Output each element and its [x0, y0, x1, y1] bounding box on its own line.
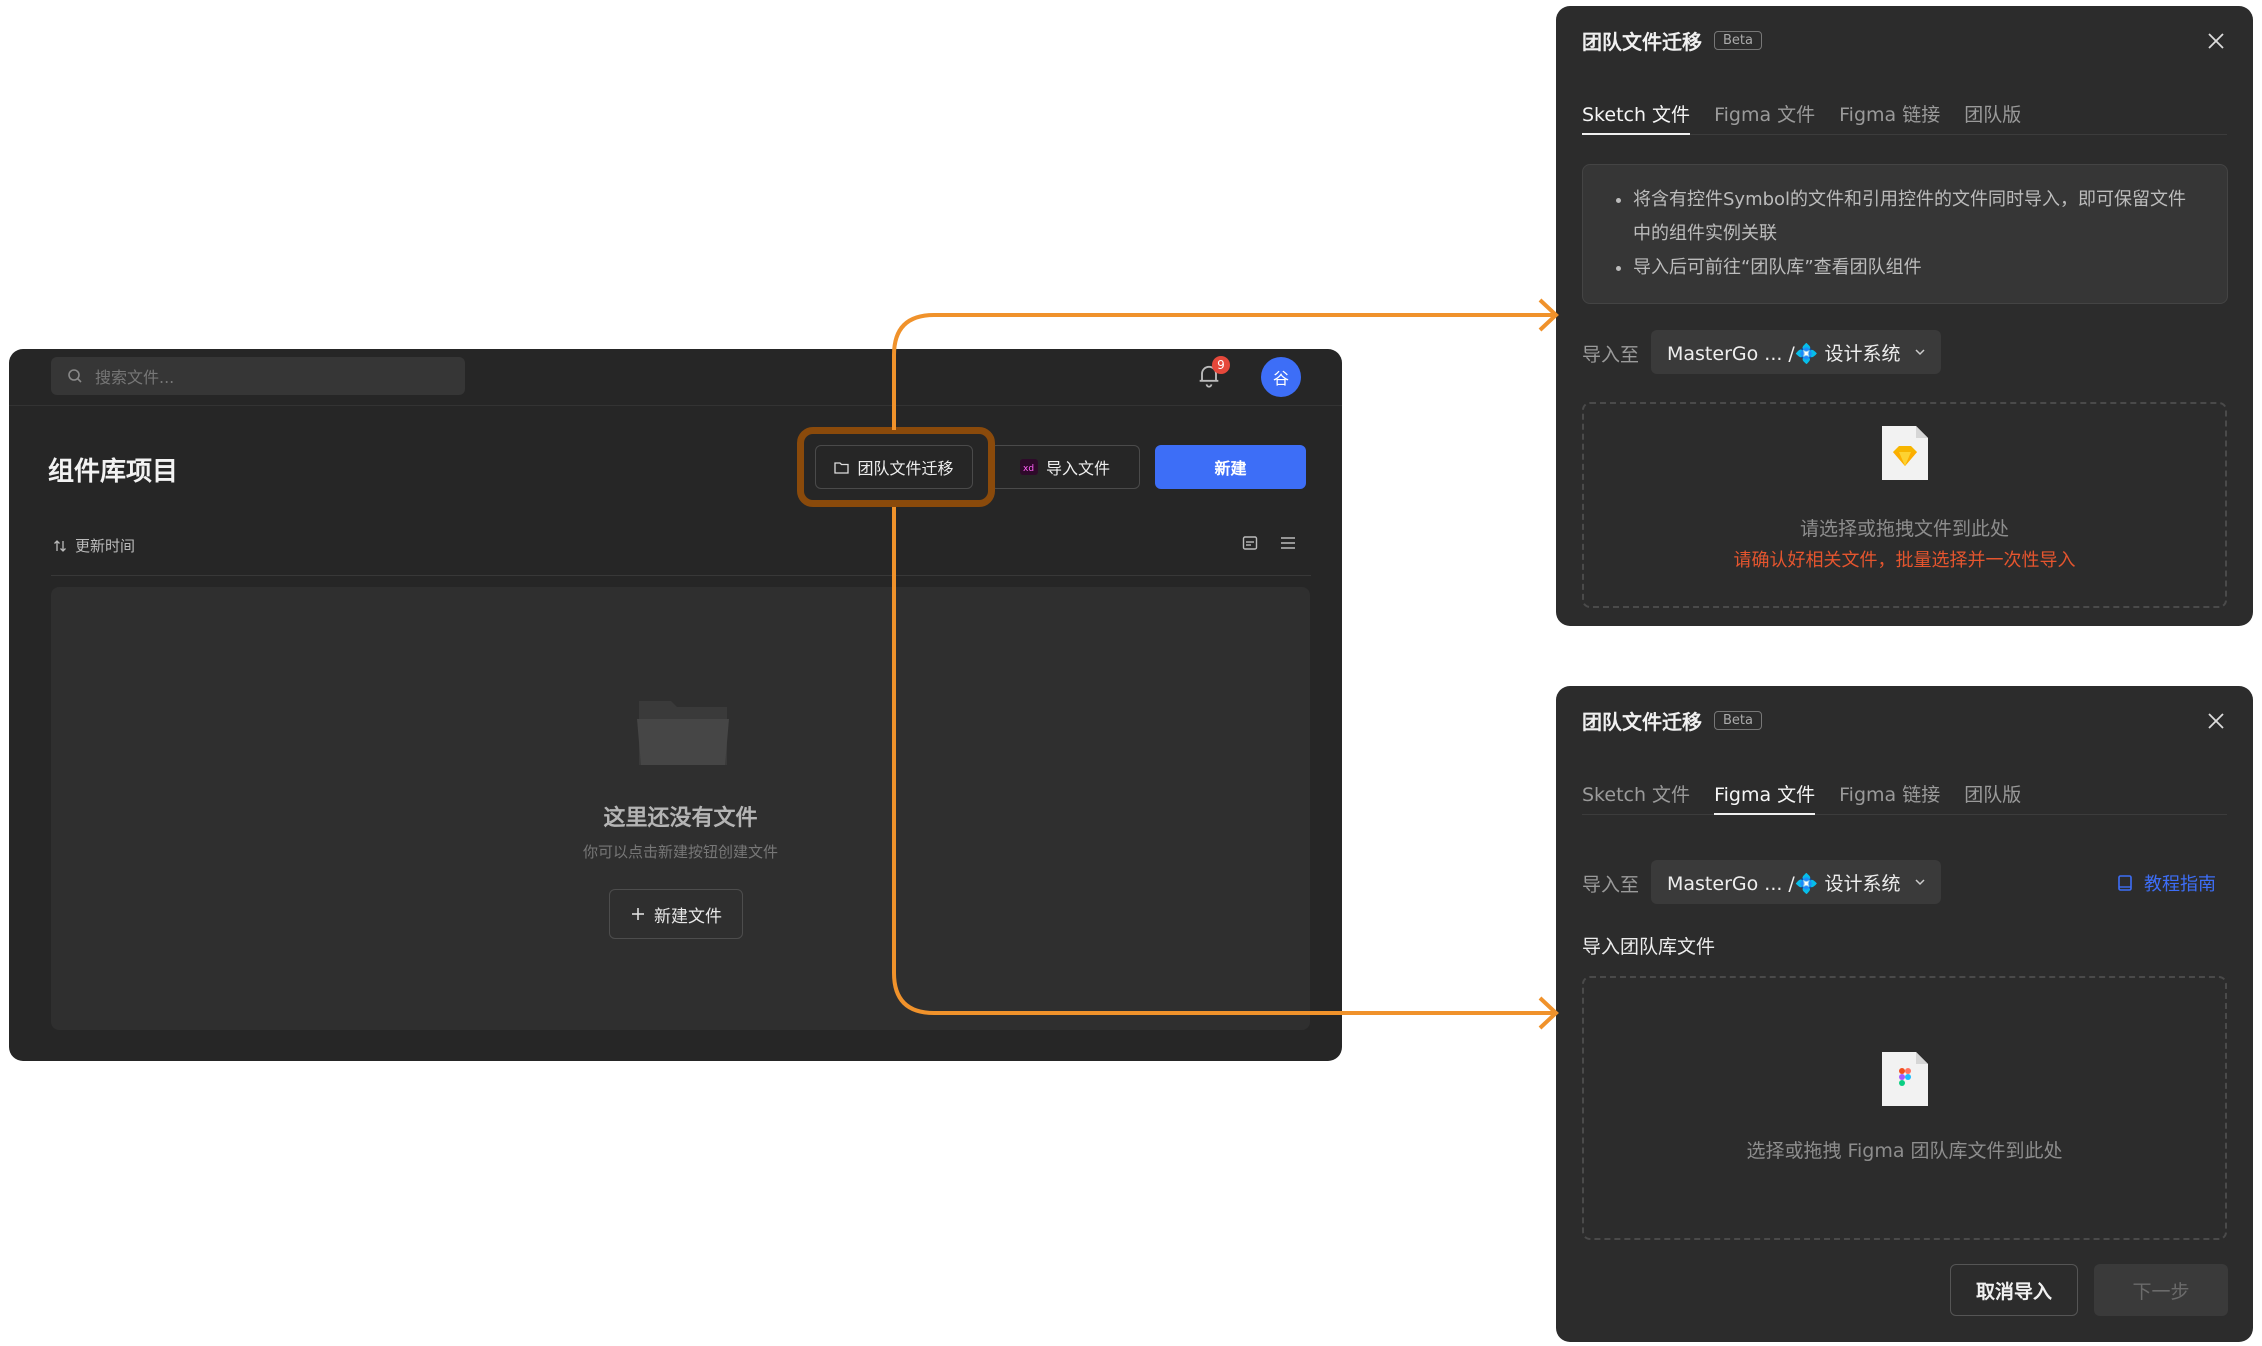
tab-sketch-file[interactable]: Sketch 文件: [1582, 774, 1690, 814]
list-view-icon[interactable]: [1280, 535, 1296, 551]
search-input[interactable]: 搜索文件...: [51, 357, 465, 395]
import-file-button[interactable]: xd 导入文件: [990, 445, 1140, 489]
empty-title: 这里还没有文件: [603, 806, 758, 831]
sketch-dropzone[interactable]: 请选择或拖拽文件到此处 请确认好相关文件，批量选择并一次性导入: [1582, 402, 2227, 608]
info-box: 将含有控件Symbol的文件和引用控件的文件同时导入，即可保留文件中的组件实例关…: [1582, 164, 2228, 304]
figma-file-icon: [1881, 1052, 1928, 1106]
tab-sketch-file[interactable]: Sketch 文件: [1582, 94, 1691, 135]
tutorial-guide-label: 教程指南: [2144, 874, 2216, 895]
info-item: 导入后可前往“团队库”查看团队组件: [1633, 251, 2203, 285]
migrate-dialog-sketch: 团队文件迁移 Beta Sketch 文件 Figma 文件 Figma 链接 …: [1556, 6, 2253, 626]
sort-control[interactable]: 更新时间: [53, 535, 135, 556]
top-bar: 搜索文件... 9 谷: [9, 349, 1342, 406]
new-file-button[interactable]: 新建文件: [609, 889, 743, 939]
beta-badge: Beta: [1714, 31, 1762, 50]
tab-figma-link[interactable]: Figma 链接: [1839, 94, 1940, 134]
import-to-select[interactable]: MasterGo ... /💠 设计系统: [1651, 330, 1941, 374]
new-file-label: 新建文件: [654, 906, 722, 927]
sort-icon: [54, 539, 66, 552]
grid-view-icon[interactable]: [1242, 535, 1258, 551]
empty-subtitle: 你可以点击新建按钮创建文件: [582, 843, 778, 861]
chevron-down-icon: [1915, 349, 1925, 356]
sketch-file-icon: [1881, 426, 1928, 480]
figma-dropzone[interactable]: 选择或拖拽 Figma 团队库文件到此处: [1582, 976, 2227, 1240]
chevron-down-icon: [1915, 879, 1925, 886]
dropzone-warning: 请确认好相关文件，批量选择并一次性导入: [1733, 550, 2076, 571]
arrowhead-sketch: [1538, 298, 1559, 332]
close-icon[interactable]: [2205, 710, 2227, 732]
book-icon: [2118, 875, 2132, 891]
empty-folder-icon: [637, 701, 729, 765]
info-item: 将含有控件Symbol的文件和引用控件的文件同时导入，即可保留文件中的组件实例关…: [1633, 183, 2203, 251]
notification-badge: 9: [1212, 356, 1230, 374]
plus-icon: [632, 908, 644, 920]
tab-figma-file[interactable]: Figma 文件: [1714, 94, 1815, 134]
sort-label: 更新时间: [75, 537, 136, 555]
tab-figma-file[interactable]: Figma 文件: [1714, 774, 1816, 815]
section-label: 导入团队库文件: [1582, 936, 1716, 958]
cancel-import-button[interactable]: 取消导入: [1950, 1264, 2078, 1316]
tab-bar: Sketch 文件 Figma 文件 Figma 链接 团队版: [1582, 94, 2227, 135]
divider: [51, 575, 1311, 576]
dropzone-text: 选择或拖拽 Figma 团队库文件到此处: [1746, 1140, 2063, 1162]
svg-text:xd: xd: [1023, 464, 1034, 474]
migrate-dialog-figma: 团队文件迁移 Beta Sketch 文件 Figma 文件 Figma 链接 …: [1556, 686, 2253, 1342]
beta-badge: Beta: [1714, 711, 1762, 730]
tutorial-guide-link[interactable]: 教程指南: [2116, 870, 2216, 896]
xd-icon: xd: [1019, 459, 1038, 475]
dialog-title: 团队文件迁移 Beta: [1582, 26, 1762, 55]
search-icon: [68, 369, 82, 383]
search-placeholder: 搜索文件...: [95, 368, 175, 387]
dialog-title-text: 团队文件迁移: [1582, 710, 1702, 734]
next-step-button[interactable]: 下一步: [2094, 1264, 2228, 1316]
avatar[interactable]: 谷: [1261, 357, 1301, 397]
close-icon[interactable]: [2205, 30, 2227, 52]
import-to-value: MasterGo ... /💠 设计系统: [1667, 872, 1901, 895]
dialog-title-text: 团队文件迁移: [1582, 30, 1702, 54]
arrowhead-figma: [1538, 996, 1559, 1030]
tab-bar: Sketch 文件 Figma 文件 Figma 链接 团队版: [1582, 774, 2227, 815]
tab-figma-link[interactable]: Figma 链接: [1839, 774, 1940, 814]
import-to-label: 导入至: [1582, 874, 1640, 896]
tab-team-edition[interactable]: 团队版: [1964, 94, 2021, 134]
import-to-value: MasterGo ... /💠 设计系统: [1667, 342, 1901, 365]
import-to-select[interactable]: MasterGo ... /💠 设计系统: [1651, 860, 1941, 904]
import-file-label: 导入文件: [1045, 459, 1110, 478]
view-switch: [1242, 535, 1296, 551]
main-window: 搜索文件... 9 谷 组件库项目 团队文件迁移 xd 导入文件 新建 更新时间…: [9, 349, 1342, 1061]
highlight-frame: [797, 427, 995, 507]
new-button[interactable]: 新建: [1155, 445, 1306, 489]
dropzone-text: 请选择或拖拽文件到此处: [1799, 518, 2009, 540]
empty-state: 这里还没有文件 你可以点击新建按钮创建文件 新建文件: [51, 587, 1310, 1030]
tab-team-edition[interactable]: 团队版: [1964, 774, 2021, 814]
import-to-label: 导入至: [1582, 344, 1640, 366]
dialog-title: 团队文件迁移 Beta: [1582, 706, 1762, 735]
page-title: 组件库项目: [48, 457, 179, 487]
